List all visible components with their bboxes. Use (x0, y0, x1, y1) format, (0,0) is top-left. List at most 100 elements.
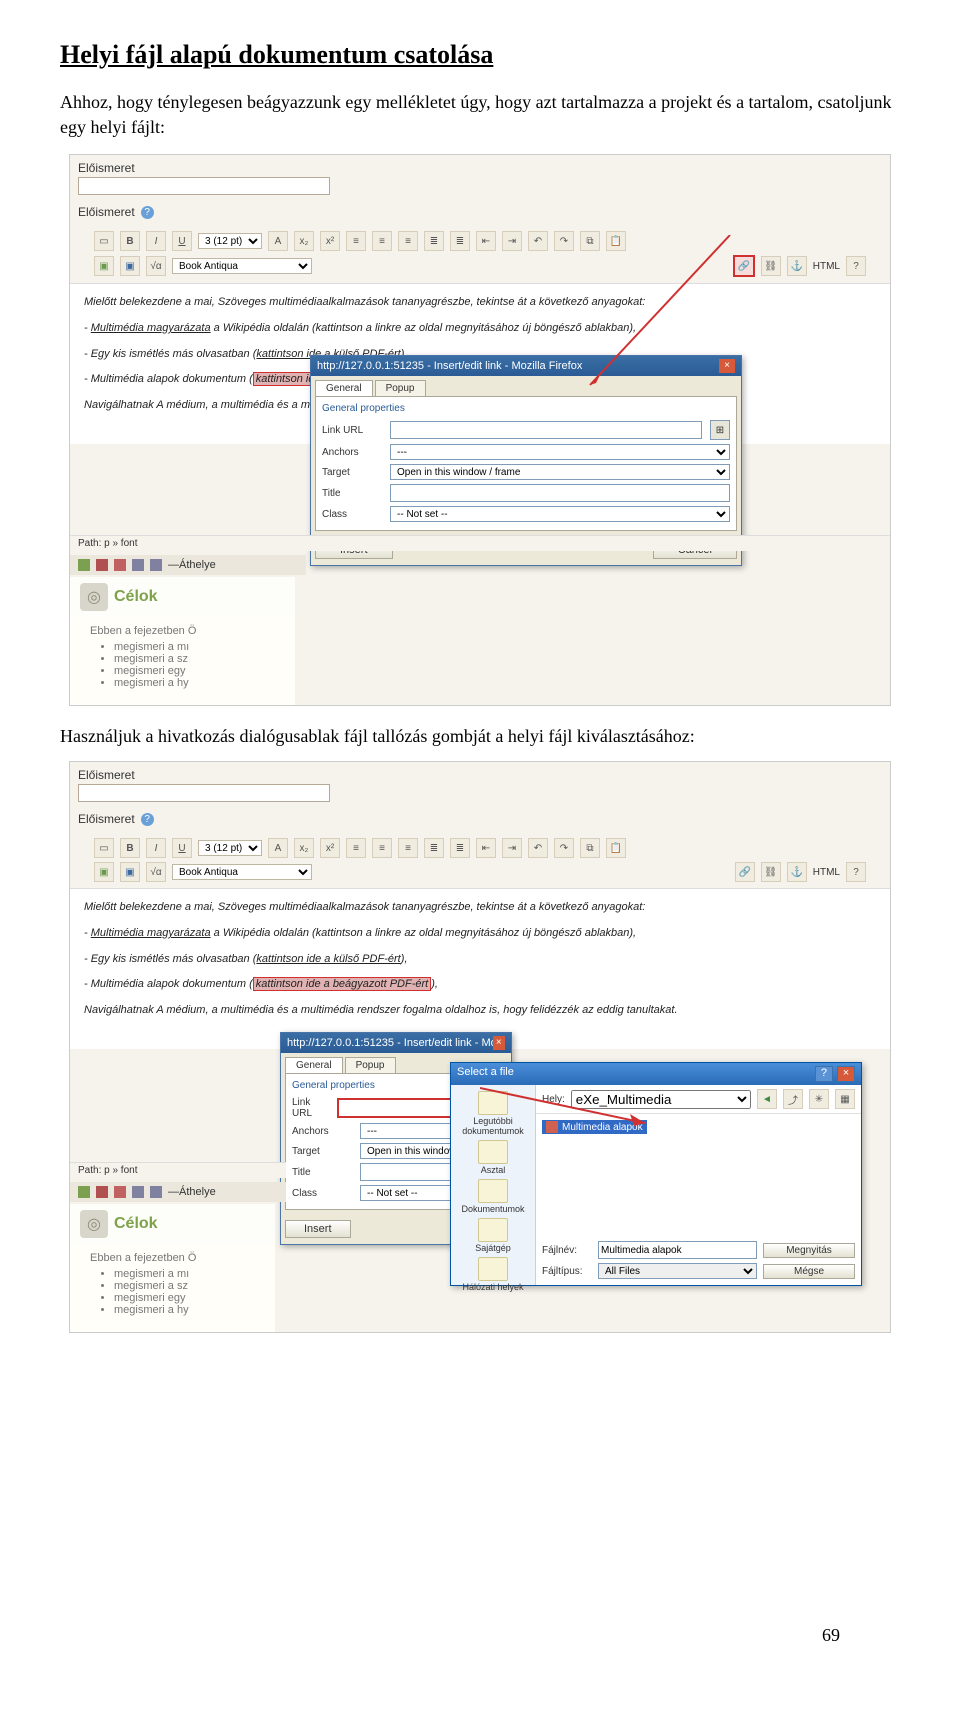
check-icon[interactable] (78, 559, 90, 571)
undo-icon[interactable]: ↶ (528, 231, 548, 251)
down-icon[interactable] (150, 1186, 162, 1198)
image-icon[interactable]: ▣ (94, 862, 114, 882)
anchor-icon[interactable]: ⚓ (787, 862, 807, 882)
paste-icon[interactable]: 📋 (606, 231, 626, 251)
redo-icon[interactable]: ↷ (554, 838, 574, 858)
up-icon[interactable] (132, 559, 144, 571)
unlink-icon[interactable]: ⛓ (761, 256, 781, 276)
link[interactable]: kattintson ide a külső PDF-ért (256, 953, 400, 965)
sup-icon[interactable]: x² (320, 838, 340, 858)
up-icon[interactable] (132, 1186, 144, 1198)
close-icon[interactable]: × (837, 1066, 855, 1082)
html-label[interactable]: HTML (813, 261, 840, 272)
link[interactable]: Multimédia magyarázata (91, 927, 211, 939)
fontname-select[interactable]: Book Antiqua (172, 258, 312, 274)
new-doc-icon[interactable]: ▭ (94, 231, 114, 251)
title-input[interactable] (78, 177, 330, 195)
close-icon[interactable]: × (719, 359, 735, 373)
undo-icon[interactable]: ↶ (528, 838, 548, 858)
tab-popup[interactable]: Popup (375, 380, 426, 396)
align-center-icon[interactable]: ≡ (372, 838, 392, 858)
redo-icon[interactable]: ↷ (554, 231, 574, 251)
fontsize-select[interactable]: 3 (12 pt) (198, 233, 262, 249)
delete-icon[interactable] (114, 1186, 126, 1198)
align-left-icon[interactable]: ≡ (346, 231, 366, 251)
filetype-select[interactable]: All Files (598, 1263, 757, 1279)
help-icon[interactable]: ? (141, 813, 154, 826)
close-icon[interactable]: × (493, 1036, 505, 1050)
back-icon[interactable]: ◄ (757, 1089, 777, 1109)
bold-icon[interactable]: B (120, 838, 140, 858)
title-input-2[interactable] (78, 784, 330, 802)
align-left-icon[interactable]: ≡ (346, 838, 366, 858)
title-input[interactable] (390, 484, 730, 502)
formula-icon[interactable]: √α (146, 256, 166, 276)
outdent-icon[interactable]: ⇤ (476, 838, 496, 858)
list-ul-icon[interactable]: ≣ (424, 838, 444, 858)
help-toolbar-icon[interactable]: ? (846, 862, 866, 882)
new-doc-icon[interactable]: ▭ (94, 838, 114, 858)
indent-icon[interactable]: ⇥ (502, 231, 522, 251)
file-item-selected[interactable]: Multimedia alapok (542, 1120, 647, 1134)
undo-action-icon[interactable] (96, 1186, 108, 1198)
sup-icon[interactable]: x² (320, 231, 340, 251)
italic-icon[interactable]: I (146, 231, 166, 251)
outdent-icon[interactable]: ⇤ (476, 231, 496, 251)
underline-icon[interactable]: U (172, 231, 192, 251)
view-icon[interactable]: ▦ (835, 1089, 855, 1109)
cancel-button[interactable]: Mégse (763, 1264, 855, 1279)
location-select[interactable]: eXe_Multimedia (571, 1090, 751, 1109)
list-ul-icon[interactable]: ≣ (424, 231, 444, 251)
sub-icon[interactable]: x₂ (294, 231, 314, 251)
up-folder-icon[interactable]: ⤴ (783, 1089, 803, 1109)
anchor-icon[interactable]: ⚓ (787, 256, 807, 276)
place-network[interactable]: Hálózati helyek (462, 1257, 523, 1292)
list-ol-icon[interactable]: ≣ (450, 838, 470, 858)
file-list[interactable]: Multimedia alapok (536, 1114, 861, 1235)
help-toolbar-icon[interactable]: ? (846, 256, 866, 276)
paste-icon[interactable]: 📋 (606, 838, 626, 858)
image-icon[interactable]: ▣ (94, 256, 114, 276)
new-folder-icon[interactable]: ✳ (809, 1089, 829, 1109)
filename-input[interactable] (598, 1241, 757, 1259)
indent-icon[interactable]: ⇥ (502, 838, 522, 858)
fontsize-select[interactable]: 3 (12 pt) (198, 840, 262, 856)
link[interactable]: Multimédia magyarázata (91, 322, 211, 334)
align-right-icon[interactable]: ≡ (398, 231, 418, 251)
browse-button[interactable]: ⊞ (710, 420, 730, 440)
linkurl-input[interactable] (390, 421, 702, 439)
place-computer[interactable]: Sajátgép (475, 1218, 511, 1253)
place-desktop[interactable]: Asztal (478, 1140, 508, 1175)
link-icon[interactable]: 🔗 (733, 255, 755, 277)
tab-general[interactable]: General (315, 380, 373, 396)
fontcolor-icon[interactable]: A (268, 231, 288, 251)
align-right-icon[interactable]: ≡ (398, 838, 418, 858)
place-documents[interactable]: Dokumentumok (461, 1179, 524, 1214)
copy-icon[interactable]: ⧉ (580, 838, 600, 858)
down-icon[interactable] (150, 559, 162, 571)
check-icon[interactable] (78, 1186, 90, 1198)
align-center-icon[interactable]: ≡ (372, 231, 392, 251)
media-icon[interactable]: ▣ (120, 256, 140, 276)
anchors-select[interactable]: --- (390, 444, 730, 460)
link-icon[interactable]: 🔗 (735, 862, 755, 882)
underline-icon[interactable]: U (172, 838, 192, 858)
html-label[interactable]: HTML (813, 867, 840, 878)
editor-content-2[interactable]: Mielőtt belekezdene a mai, Szöveges mult… (70, 889, 890, 1049)
target-select[interactable]: Open in this window / frame (390, 464, 730, 480)
open-button[interactable]: Megnyitás (763, 1243, 855, 1258)
help-icon[interactable]: ? (141, 206, 154, 219)
italic-icon[interactable]: I (146, 838, 166, 858)
bold-icon[interactable]: B (120, 231, 140, 251)
fontcolor-icon[interactable]: A (268, 838, 288, 858)
copy-icon[interactable]: ⧉ (580, 231, 600, 251)
help-icon[interactable]: ? (815, 1066, 833, 1082)
unlink-icon[interactable]: ⛓ (761, 862, 781, 882)
list-ol-icon[interactable]: ≣ (450, 231, 470, 251)
class-select[interactable]: -- Not set -- (390, 506, 730, 522)
sub-icon[interactable]: x₂ (294, 838, 314, 858)
place-recent[interactable]: Legutóbbi dokumentumok (453, 1091, 533, 1136)
insert-button[interactable]: Insert (285, 1220, 351, 1238)
delete-icon[interactable] (114, 559, 126, 571)
formula-icon[interactable]: √α (146, 862, 166, 882)
